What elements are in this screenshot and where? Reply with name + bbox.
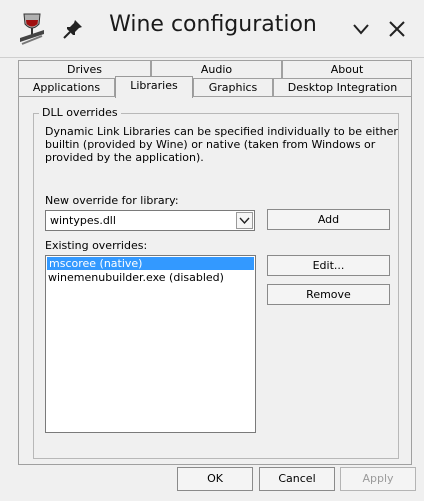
close-icon[interactable] — [386, 18, 408, 40]
window-body: Drives Audio About Applications Librarie… — [0, 58, 424, 501]
description: Dynamic Link Libraries can be specified … — [45, 125, 398, 164]
edit-button[interactable]: Edit... — [267, 255, 390, 276]
tab-graphics[interactable]: Graphics — [193, 78, 273, 96]
remove-button[interactable]: Remove — [267, 284, 390, 305]
existing-overrides-label: Existing overrides: — [45, 239, 148, 252]
combo-arrow-icon[interactable] — [236, 212, 253, 229]
window-title: Wine configuration — [109, 12, 317, 37]
apply-button[interactable]: Apply — [340, 467, 416, 491]
description-line: provided by the application). — [45, 151, 204, 164]
list-item[interactable]: winemenubuilder.exe (disabled) — [46, 271, 255, 284]
list-item[interactable]: mscoree (native) — [47, 257, 254, 270]
pin-icon[interactable] — [62, 18, 84, 40]
existing-overrides-list[interactable]: mscoree (native) winemenubuilder.exe (di… — [45, 255, 256, 433]
tab-applications[interactable]: Applications — [18, 78, 115, 96]
new-override-label: New override for library: — [45, 194, 179, 207]
library-combobox-value[interactable]: wintypes.dll — [50, 214, 116, 227]
chevron-down-icon[interactable] — [350, 18, 372, 40]
tab-about[interactable]: About — [282, 60, 412, 78]
wine-glass-icon[interactable] — [18, 12, 46, 46]
title-bar: Wine configuration — [0, 0, 424, 58]
tab-desktop-integration[interactable]: Desktop Integration — [273, 78, 412, 96]
description-line: builtin (provided by Wine) or native (ta… — [45, 138, 376, 151]
library-combobox[interactable]: wintypes.dll — [45, 210, 255, 231]
tab-libraries[interactable]: Libraries — [115, 76, 193, 98]
cancel-button[interactable]: Cancel — [259, 467, 335, 491]
description-line: Dynamic Link Libraries can be specified … — [45, 125, 398, 138]
ok-button[interactable]: OK — [177, 467, 253, 491]
libraries-panel: DLL overrides Dynamic Link Libraries can… — [18, 96, 412, 465]
group-title: DLL overrides — [39, 106, 121, 119]
add-button[interactable]: Add — [267, 209, 390, 230]
